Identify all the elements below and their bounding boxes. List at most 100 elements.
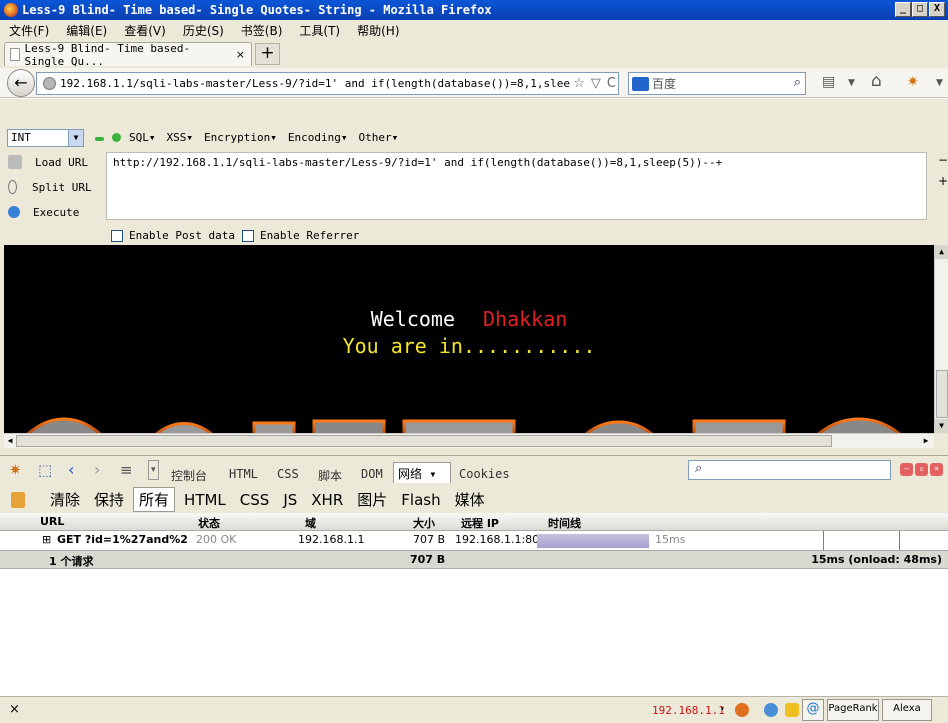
col-size[interactable]: 大小 [413, 515, 435, 531]
scroll-right-icon[interactable]: ▶ [920, 434, 932, 448]
menu-file[interactable]: 文件(F) [0, 22, 57, 39]
inspect-icon[interactable]: ⬚ [38, 461, 52, 479]
tab-close-icon[interactable]: × [236, 48, 245, 61]
tab-console[interactable]: 控制台 [171, 467, 207, 484]
col-url[interactable]: URL [40, 515, 64, 528]
detach-panel-icon[interactable]: ▫ [915, 463, 928, 476]
hackbar-url-textarea[interactable]: http://192.168.1.1/sqli-labs-master/Less… [106, 152, 927, 220]
scroll-left-icon[interactable]: ◀ [4, 434, 16, 448]
filter-js[interactable]: JS [278, 490, 302, 510]
firebug-search-input[interactable]: ⌕ [688, 460, 891, 480]
url-history-dropdown-icon[interactable]: ▽ [591, 75, 601, 92]
search-icon[interactable]: ⌕ [794, 75, 801, 90]
scroll-thumb[interactable] [16, 435, 832, 447]
scroll-thumb[interactable] [936, 370, 948, 418]
forward-nav-icon[interactable]: › [94, 460, 100, 479]
panel-dropdown-icon[interactable]: ▾ [148, 460, 159, 480]
filter-xhr[interactable]: XHR [306, 490, 348, 510]
close-addon-bar-icon[interactable]: × [9, 702, 20, 717]
close-panel-icon[interactable]: × [930, 463, 943, 476]
shrink-textarea-icon[interactable]: − [938, 153, 948, 167]
menu-edit[interactable]: 编辑(E) [57, 22, 115, 39]
checkbox-box[interactable] [111, 229, 123, 242]
vertical-scrollbar[interactable]: ▲ ▼ [934, 245, 948, 433]
decrease-icon[interactable] [95, 136, 104, 141]
bookmarks-dropdown-icon[interactable]: ▼ [848, 78, 855, 88]
filter-css[interactable]: CSS [235, 490, 275, 510]
checkbox-box[interactable] [242, 229, 254, 242]
chevron-down-icon[interactable]: ▼ [68, 130, 83, 146]
search-input[interactable]: 百度 [652, 75, 676, 92]
new-tab-button[interactable]: + [255, 43, 280, 65]
home-icon[interactable]: ⌂ [871, 71, 882, 91]
back-nav-icon[interactable]: ‹ [68, 460, 74, 479]
panel-menu-icon[interactable]: ≡ [120, 461, 133, 479]
filter-media[interactable]: 媒体 [450, 488, 490, 511]
at-icon[interactable]: @ [802, 699, 824, 721]
grow-textarea-icon[interactable]: + [938, 174, 948, 188]
firebug-icon[interactable]: ✷ [907, 74, 919, 90]
enable-referrer-checkbox[interactable]: Enable Referrer [242, 229, 359, 242]
filter-all[interactable]: 所有 [133, 487, 176, 512]
search-bar[interactable]: 百度 ⌕ [628, 72, 806, 95]
increase-icon[interactable] [112, 133, 121, 142]
tab-script[interactable]: 脚本 [318, 467, 342, 484]
alexa-button[interactable]: Alexa [882, 699, 932, 721]
menu-xss[interactable]: XSS▾ [167, 131, 194, 144]
bookmarks-menu-icon[interactable]: ▤ [822, 74, 835, 90]
menu-help[interactable]: 帮助(H) [348, 22, 407, 39]
persist-button[interactable]: 保持 [89, 488, 129, 511]
menu-history[interactable]: 历史(S) [174, 22, 232, 39]
menu-encryption[interactable]: Encryption▾ [204, 131, 277, 144]
addon-dropdown-icon[interactable]: ▼ [936, 78, 943, 88]
filter-flash[interactable]: Flash [396, 490, 445, 510]
tab-net[interactable]: 网络 ▾ [393, 462, 451, 483]
tab-html[interactable]: HTML [229, 467, 258, 481]
reload-icon[interactable]: C [607, 75, 616, 92]
clear-button[interactable]: 清除 [45, 488, 85, 511]
col-remote-ip[interactable]: 远程 IP [461, 515, 499, 531]
server-ip[interactable]: 192.168.1.1 [652, 704, 725, 717]
pagerank-button[interactable]: PageRank [827, 699, 879, 721]
note-icon[interactable] [785, 703, 799, 717]
request-url[interactable]: GET ?id=1%27and%2 [57, 533, 188, 546]
col-timeline[interactable]: 时间线 [548, 515, 581, 531]
menu-view[interactable]: 查看(V) [115, 22, 174, 39]
tab-cookies[interactable]: Cookies [459, 467, 510, 481]
firebug-icon[interactable]: ✷ [9, 461, 22, 479]
menu-encoding[interactable]: Encoding▾ [288, 131, 348, 144]
tab-css[interactable]: CSS [277, 467, 299, 481]
split-url-button[interactable]: Split URL [8, 177, 92, 197]
tab-less9[interactable]: Less-9 Blind- Time based- Single Qu... × [4, 42, 252, 68]
execute-button[interactable]: Execute [8, 202, 79, 222]
menu-tools[interactable]: 工具(T) [290, 22, 348, 39]
scroll-up-icon[interactable]: ▲ [935, 245, 948, 259]
menu-other[interactable]: Other▾ [358, 131, 398, 144]
load-url-button[interactable]: Load URL [8, 152, 88, 172]
url-bar[interactable]: 192.168.1.1/sqli-labs-master/Less-9/?id=… [36, 72, 619, 95]
enable-post-checkbox[interactable]: Enable Post data [111, 229, 235, 242]
globe-icon[interactable] [764, 703, 778, 717]
ip-dropdown-icon[interactable]: ▾ [720, 704, 725, 713]
expand-row-icon[interactable]: ⊞ [42, 533, 51, 546]
type-select[interactable]: INT ▼ [7, 129, 84, 147]
filter-images[interactable]: 图片 [352, 488, 392, 511]
bookmark-star-icon[interactable]: ☆ [573, 75, 585, 92]
timeline-bar[interactable] [537, 534, 649, 548]
menu-bookmarks[interactable]: 书签(B) [232, 22, 291, 39]
filter-html[interactable]: HTML [179, 490, 231, 510]
col-status[interactable]: 状态 [198, 515, 220, 531]
back-button[interactable]: ← [7, 69, 35, 97]
menu-sql[interactable]: SQL▾ [129, 131, 156, 144]
col-domain[interactable]: 域 [305, 515, 316, 531]
tab-dom[interactable]: DOM [361, 467, 383, 481]
table-row[interactable]: ⊞ GET ?id=1%27and%2 200 OK 192.168.1.1 7… [0, 531, 948, 550]
horizontal-scrollbar[interactable]: ◀ ▶ [4, 433, 934, 448]
minimize-panel-icon[interactable]: – [900, 463, 913, 476]
scroll-down-icon[interactable]: ▼ [935, 419, 948, 433]
firebug-status-icon[interactable] [735, 703, 749, 717]
minimize-button[interactable]: _ [895, 2, 911, 17]
site-identity-icon[interactable] [43, 77, 56, 90]
maximize-button[interactable]: □ [912, 2, 928, 17]
close-window-button[interactable]: X [929, 2, 945, 17]
